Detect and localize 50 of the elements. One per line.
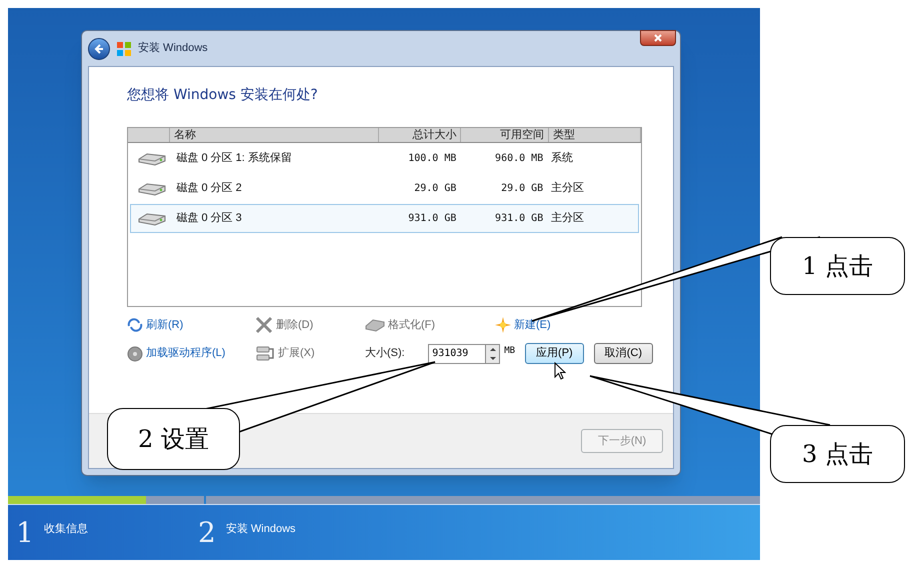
table-cell-text: 931.0 GB (407, 212, 458, 226)
column-header[interactable]: 可用空间 (461, 128, 550, 142)
delete-icon (255, 316, 273, 334)
action-link[interactable]: 加载驱动程序(L) (146, 345, 226, 362)
table-row[interactable]: 磁盘 0 分区 3 931.0 GB 931.0 GB 主分区 (130, 204, 639, 233)
drive-icon (365, 318, 385, 332)
table-cell-text: 100.0 MB (407, 152, 458, 166)
size-field[interactable]: 931039 (428, 344, 486, 364)
sparkle-icon (495, 317, 511, 333)
mouse-pointer-icon (554, 362, 566, 380)
cancel-button[interactable]: 取消(C) (594, 343, 653, 364)
step-label: 收集信息 (44, 522, 88, 536)
apply-button[interactable]: 应用(P) (525, 343, 584, 364)
table-cell-text: 系统 (550, 150, 574, 166)
table-cell-text: 29.0 GB (413, 182, 458, 196)
hard-drive-icon (136, 180, 167, 196)
table-cell-text: 磁盘 0 分区 3 (175, 211, 243, 226)
callout-bubble: 2 设置 (107, 408, 240, 470)
refresh-icon (127, 318, 143, 332)
column-header[interactable]: 类型 (549, 128, 641, 142)
back-icon[interactable] (88, 38, 110, 60)
table-cell-text: 主分区 (550, 180, 586, 196)
close-icon[interactable] (654, 34, 662, 42)
close-button[interactable] (640, 30, 676, 46)
hard-drive-icon (136, 150, 167, 166)
extend-drive-icon (255, 344, 275, 362)
table-row[interactable]: 磁盘 0 分区 1: 系统保留 100.0 MB 960.0 MB 系统 (130, 144, 639, 173)
step-label: 安装 Windows (226, 522, 296, 536)
action-link[interactable]: 新建(E) (514, 316, 551, 334)
unit-label: MB (504, 345, 516, 358)
windows-logo-icon (116, 40, 132, 56)
table-cell-text: 960.0 MB (494, 152, 544, 166)
table-row[interactable]: 磁盘 0 分区 2 29.0 GB 29.0 GB 主分区 (130, 174, 639, 203)
hard-drive-icon (136, 210, 167, 226)
column-header[interactable]: 总计大小 (379, 128, 462, 142)
table-cell-text: 29.0 GB (500, 182, 544, 196)
table-cell-text: 主分区 (550, 210, 586, 226)
disc-icon (127, 346, 143, 362)
callout-bubble: 3 点击 (770, 425, 905, 483)
dialog-heading: 您想将 Windows 安装在何处? (127, 86, 319, 105)
action-link[interactable]: 刷新(R) (146, 316, 184, 334)
step-number: 1 (16, 518, 34, 546)
step-number: 2 (198, 518, 216, 546)
column-header[interactable]: 名称 (170, 128, 380, 142)
table-cell-text: 磁盘 0 分区 1: 系统保留 (175, 150, 293, 166)
table-cell-text: 931.0 GB (494, 212, 544, 226)
window-title: 安装 Windows (138, 40, 208, 56)
callout-bubble: 1 点击 (770, 237, 905, 295)
size-label: 大小(S): (365, 346, 406, 362)
table-cell-text: 磁盘 0 分区 2 (175, 181, 243, 196)
